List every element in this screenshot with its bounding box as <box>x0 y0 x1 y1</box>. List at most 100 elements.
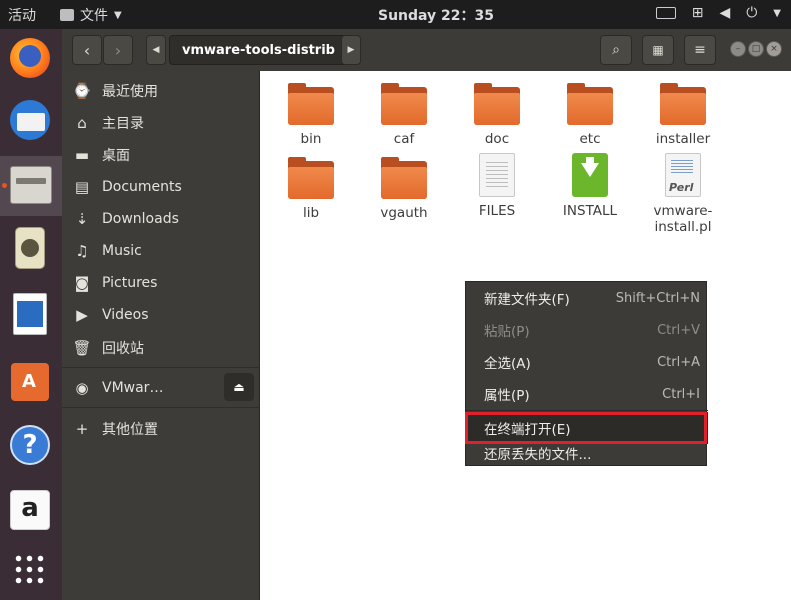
sidebar-item-home[interactable]: ⌂ 主目录 <box>62 108 260 138</box>
sidebar-divider <box>62 367 260 368</box>
menu-item-select-all[interactable]: 全选(A) Ctrl+A <box>466 346 708 378</box>
menu-item-new-folder[interactable]: 新建文件夹(F) Shift+Ctrl+N <box>466 282 708 314</box>
sidebar-item-videos[interactable]: ▶ Videos <box>62 300 260 330</box>
software-center-icon[interactable]: A <box>7 357 53 403</box>
file-item[interactable]: FILES <box>457 153 537 219</box>
install-file-icon <box>572 153 608 197</box>
menu-item-label: 还原丢失的文件... <box>484 447 592 463</box>
sidebar-item-music[interactable]: ♫ Music <box>62 236 260 266</box>
clock[interactable]: Sunday 22：35 <box>378 5 494 25</box>
file-item[interactable]: Perl vmware-install.pl <box>643 153 723 235</box>
folder-icon <box>288 157 334 201</box>
network-icon[interactable]: ⊞ <box>692 5 704 21</box>
menu-item-label: 属性(P) <box>484 388 530 404</box>
sidebar-item-label: 回收站 <box>102 341 144 357</box>
running-indicator <box>2 183 7 188</box>
sidebar-item-label: VMwar… <box>102 380 164 396</box>
app-grid-icon[interactable] <box>7 547 53 593</box>
thunderbird-icon[interactable] <box>7 97 53 143</box>
minimize-icon: – <box>735 44 741 54</box>
power-icon[interactable]: ⏻ <box>746 5 757 21</box>
perl-script-icon: Perl <box>665 153 701 197</box>
sidebar-item-other-locations[interactable]: + 其他位置 <box>62 414 260 444</box>
help-icon[interactable]: ? <box>7 422 53 468</box>
file-label: bin <box>300 131 322 147</box>
minimize-button[interactable]: – <box>730 41 746 57</box>
file-item[interactable]: INSTALL <box>550 153 630 219</box>
rhythmbox-icon[interactable] <box>7 225 53 271</box>
file-label: lib <box>302 205 320 221</box>
eject-button[interactable]: ⏏ <box>224 373 254 401</box>
search-icon: ⌕ <box>612 42 620 58</box>
chevron-down-icon: ▼ <box>114 9 122 21</box>
file-item[interactable]: caf <box>364 83 444 147</box>
trash-icon: 🗑 <box>72 339 92 357</box>
chevron-down-icon[interactable]: ▼ <box>773 8 781 19</box>
files-icon[interactable] <box>0 156 62 216</box>
folder-icon <box>381 157 427 201</box>
menu-item-restore-missing-files[interactable]: 还原丢失的文件... <box>466 439 708 467</box>
sidebar-item-label: Downloads <box>102 211 179 227</box>
sidebar-item-label: 最近使用 <box>102 84 158 100</box>
file-label: FILES <box>478 203 516 219</box>
view-toggle-button[interactable]: ▦ <box>642 35 674 65</box>
video-icon: ▶ <box>76 306 88 324</box>
activities-button[interactable]: 活动 <box>8 5 36 25</box>
file-item[interactable]: etc <box>550 83 630 147</box>
sidebar-item-downloads[interactable]: ⇣ Downloads <box>62 204 260 234</box>
dock: A ? a <box>0 29 62 600</box>
path-bar-current[interactable]: vmware-tools-distrib <box>169 35 348 65</box>
header-bar: ‹ › ◀ vmware-tools-distrib ▶ ⌕ ▦ ≡ – □ × <box>62 29 791 71</box>
menu-item-properties[interactable]: 属性(P) Ctrl+I <box>466 378 708 410</box>
search-button[interactable]: ⌕ <box>600 35 632 65</box>
sidebar-item-pictures[interactable]: ◙ Pictures <box>62 268 260 298</box>
folder-icon <box>660 83 706 127</box>
sidebar-item-label: Videos <box>102 307 149 323</box>
camera-icon: ◙ <box>74 274 90 292</box>
firefox-icon[interactable] <box>7 35 53 81</box>
chevron-right-icon: › <box>114 40 122 60</box>
volume-icon[interactable]: ◀ <box>719 5 730 21</box>
folder-icon <box>567 83 613 127</box>
document-icon: ▤ <box>74 178 90 196</box>
file-label: caf <box>393 131 415 147</box>
close-button[interactable]: × <box>766 41 782 57</box>
folder-icon <box>288 83 334 127</box>
menu-button[interactable]: ≡ <box>684 35 716 65</box>
sidebar-item-label: 桌面 <box>102 148 130 164</box>
sidebar-item-desktop[interactable]: ▬ 桌面 <box>62 140 260 170</box>
sidebar-item-trash[interactable]: 🗑 回收站 <box>62 333 260 363</box>
menu-item-paste[interactable]: 粘贴(P) Ctrl+V <box>466 314 708 346</box>
sidebar-item-vmware-drive[interactable]: ◉ VMwar… ⏏ <box>62 373 260 403</box>
file-item[interactable]: installer <box>643 83 723 147</box>
file-item[interactable]: doc <box>457 83 537 147</box>
sidebar-item-documents[interactable]: ▤ Documents <box>62 172 260 202</box>
disc-icon: ◉ <box>75 379 89 397</box>
sidebar-item-label: Documents <box>102 179 182 195</box>
chevron-left-icon: ‹ <box>83 40 91 60</box>
path-right-arrow[interactable]: ▶ <box>341 35 361 65</box>
back-button[interactable]: ‹ <box>72 35 102 65</box>
file-label: installer <box>655 131 711 147</box>
file-item[interactable]: vgauth <box>364 157 444 221</box>
file-item[interactable]: bin <box>271 83 351 147</box>
path-left-arrow[interactable]: ◀ <box>146 35 166 65</box>
keyboard-icon[interactable] <box>655 7 676 19</box>
sidebar-item-recent[interactable]: ⌚ 最近使用 <box>62 76 260 106</box>
maximize-icon: □ <box>751 44 761 54</box>
plus-icon: + <box>75 420 89 438</box>
forward-button[interactable]: › <box>103 35 133 65</box>
libreoffice-writer-icon[interactable] <box>7 291 53 337</box>
file-label: vmware-install.pl <box>653 203 713 235</box>
menu-item-accel: Ctrl+I <box>662 386 700 402</box>
file-item[interactable]: lib <box>271 157 351 221</box>
app-menu[interactable]: 文件 ▼ <box>60 5 122 25</box>
sidebar-divider <box>62 407 260 408</box>
menu-separator <box>466 410 708 411</box>
desktop-icon: ▬ <box>74 146 90 164</box>
amazon-icon[interactable]: a <box>7 487 53 533</box>
maximize-button[interactable]: □ <box>748 41 764 57</box>
text-file-icon <box>479 153 515 197</box>
app-menu-label: 文件 <box>80 8 108 24</box>
menu-item-label: 新建文件夹(F) <box>484 292 570 308</box>
